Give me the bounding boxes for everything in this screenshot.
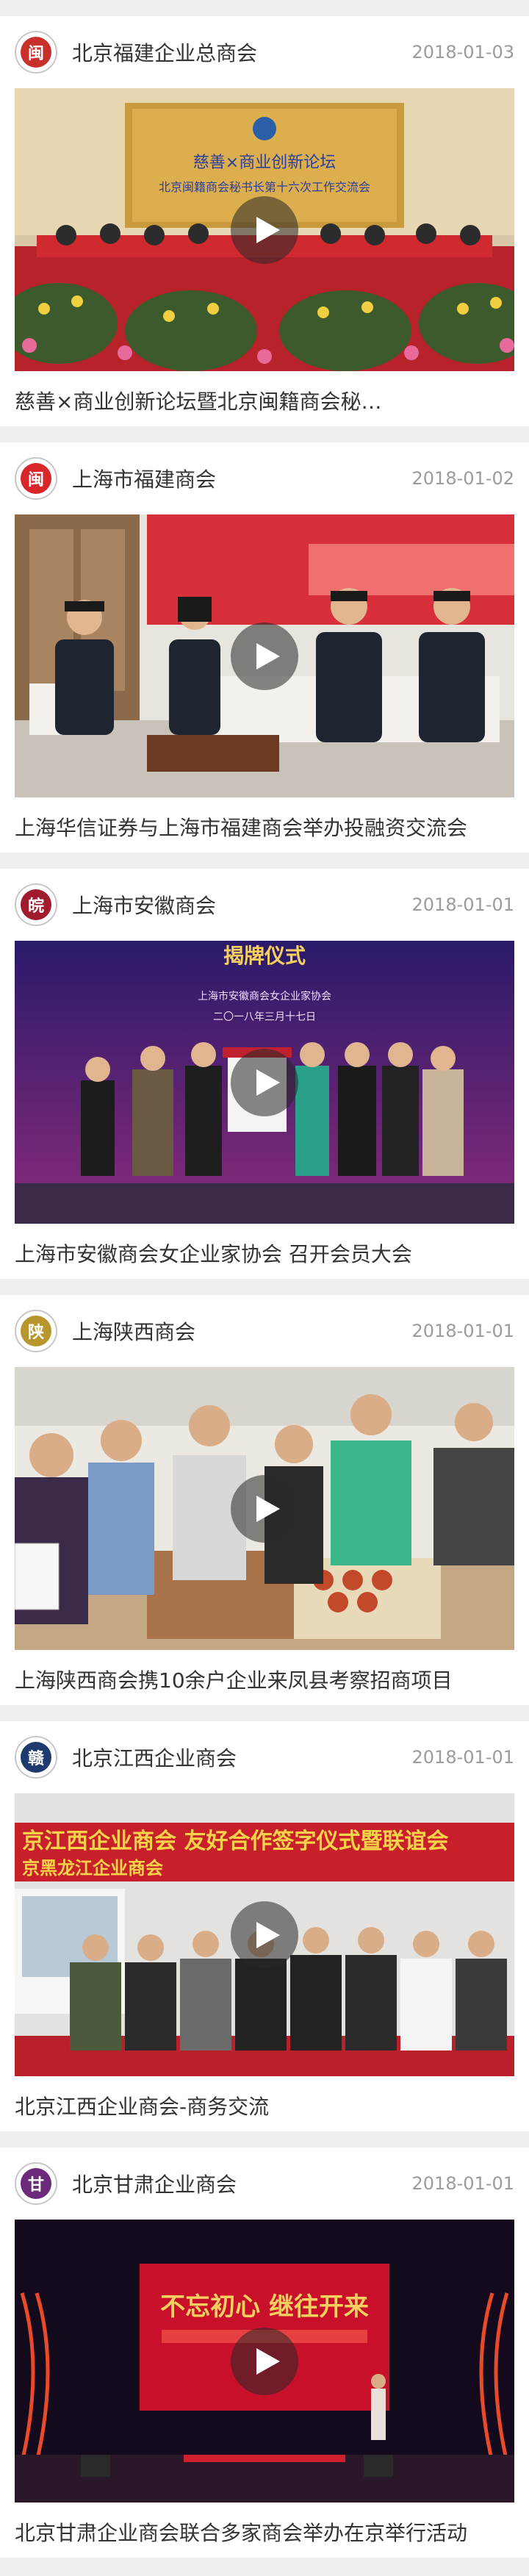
play-button[interactable] [231, 622, 298, 690]
play-icon [256, 1069, 280, 1096]
org-avatar[interactable]: 闽 [15, 31, 57, 73]
org-name[interactable]: 上海市安徽商会 [72, 890, 412, 919]
banner-line1: 慈善×商业创新论坛 [193, 154, 336, 172]
org-avatar[interactable]: 闽 [15, 457, 57, 500]
post-caption[interactable]: 上海陕西商会携10余户企业来凤县考察招商项目 [0, 1650, 529, 1694]
play-icon [256, 1921, 280, 1948]
post-date: 2018-01-01 [411, 894, 514, 915]
card-header: 闽 上海市福建商会 2018-01-02 [0, 442, 529, 514]
video-thumbnail[interactable] [15, 514, 514, 797]
play-icon [256, 1495, 280, 1522]
org-logo-icon: 闽 [21, 463, 51, 494]
video-thumbnail[interactable] [15, 1367, 514, 1650]
video-thumbnail[interactable]: 慈善×商业创新论坛 北京闽籍商会秘书长第十六次工作交流会 [15, 88, 514, 371]
org-logo-icon: 闽 [21, 37, 51, 68]
play-button[interactable] [231, 195, 298, 264]
org-name[interactable]: 北京甘肃企业商会 [72, 2169, 412, 2198]
banner-line2: 北京闽籍商会秘书长第十六次工作交流会 [159, 180, 370, 194]
play-button[interactable] [231, 2327, 298, 2395]
post-caption[interactable]: 慈善×商业创新论坛暨北京闽籍商会秘… [0, 371, 529, 415]
play-icon [256, 642, 280, 670]
feed-card[interactable]: 甘 北京甘肃企业商会 2018-01-01 不忘初心 继往开来 北京甘肃企业商会… [0, 2148, 529, 2558]
play-icon [256, 216, 280, 243]
banner-line1: 京江西企业商会 友好合作签字仪式暨联谊会 [22, 1829, 448, 1854]
play-button[interactable] [231, 1048, 298, 1116]
org-avatar[interactable]: 陕 [15, 1310, 57, 1352]
org-name[interactable]: 北京江西企业商会 [72, 1743, 412, 1772]
card-header: 闽 北京福建企业总商会 2018-01-03 [0, 16, 529, 88]
play-button[interactable] [231, 1474, 298, 1543]
org-logo-icon: 赣 [21, 1742, 51, 1773]
post-caption[interactable]: 北京甘肃企业商会联合多家商会举办在京举行活动 [0, 2503, 529, 2547]
banner-line2: 京黑龙江企业商会 [22, 1858, 163, 1879]
feed-card[interactable]: 赣 北京江西企业商会 2018-01-01 京江西企业商会 友好合作签字仪式暨联… [0, 1721, 529, 2131]
post-caption[interactable]: 上海市安徽商会女企业家协会 召开会员大会 [0, 1224, 529, 1268]
org-name[interactable]: 北京福建企业总商会 [72, 37, 412, 67]
play-button[interactable] [231, 1901, 298, 1969]
feed-card[interactable]: 闽 上海市福建商会 2018-01-02 上海华信证券与上海市福建商会举办投融资… [0, 442, 529, 853]
card-header: 甘 北京甘肃企业商会 2018-01-01 [0, 2148, 529, 2220]
card-header: 皖 上海市安徽商会 2018-01-01 [0, 869, 529, 941]
video-thumbnail[interactable]: 京江西企业商会 友好合作签字仪式暨联谊会 京黑龙江企业商会 [15, 1793, 514, 2076]
banner-line1: 揭牌仪式 [223, 944, 306, 968]
org-logo-icon: 陕 [21, 1316, 51, 1346]
post-date: 2018-01-01 [411, 1321, 514, 1341]
feed-card[interactable]: 皖 上海市安徽商会 2018-01-01 揭牌仪式 上海市安徽商会女企业家协会 … [0, 869, 529, 1279]
org-name[interactable]: 上海市福建商会 [72, 464, 412, 493]
video-thumbnail[interactable]: 不忘初心 继往开来 [15, 2220, 514, 2503]
play-icon [256, 2347, 280, 2375]
org-avatar[interactable]: 赣 [15, 1736, 57, 1779]
post-date: 2018-01-01 [411, 1747, 514, 1768]
org-name[interactable]: 上海陕西商会 [72, 1316, 412, 1346]
feed-card[interactable]: 闽 北京福建企业总商会 2018-01-03 慈善×商业创新论坛 北京闽籍商会秘… [0, 16, 529, 426]
org-logo-icon: 皖 [21, 889, 51, 920]
card-header: 赣 北京江西企业商会 2018-01-01 [0, 1721, 529, 1793]
org-logo-icon: 甘 [21, 2168, 51, 2199]
post-date: 2018-01-01 [411, 2173, 514, 2194]
banner-line2: 上海市安徽商会女企业家协会 [198, 990, 331, 1002]
post-date: 2018-01-02 [411, 468, 514, 489]
news-feed: 闽 北京福建企业总商会 2018-01-03 慈善×商业创新论坛 北京闽籍商会秘… [0, 16, 529, 2558]
org-avatar[interactable]: 皖 [15, 883, 57, 926]
banner-line1: 不忘初心 继往开来 [160, 2292, 369, 2322]
banner-line3: 二〇一八年三月十七日 [213, 1011, 316, 1023]
card-header: 陕 上海陕西商会 2018-01-01 [0, 1295, 529, 1367]
post-caption[interactable]: 上海华信证券与上海市福建商会举办投融资交流会 [0, 797, 529, 842]
post-date: 2018-01-03 [411, 42, 514, 62]
org-avatar[interactable]: 甘 [15, 2162, 57, 2205]
post-caption[interactable]: 北京江西企业商会-商务交流 [0, 2076, 529, 2120]
feed-card[interactable]: 陕 上海陕西商会 2018-01-01 上海陕西商会携10余户企业来凤县考察招商… [0, 1295, 529, 1705]
video-thumbnail[interactable]: 揭牌仪式 上海市安徽商会女企业家协会 二〇一八年三月十七日 [15, 941, 514, 1224]
